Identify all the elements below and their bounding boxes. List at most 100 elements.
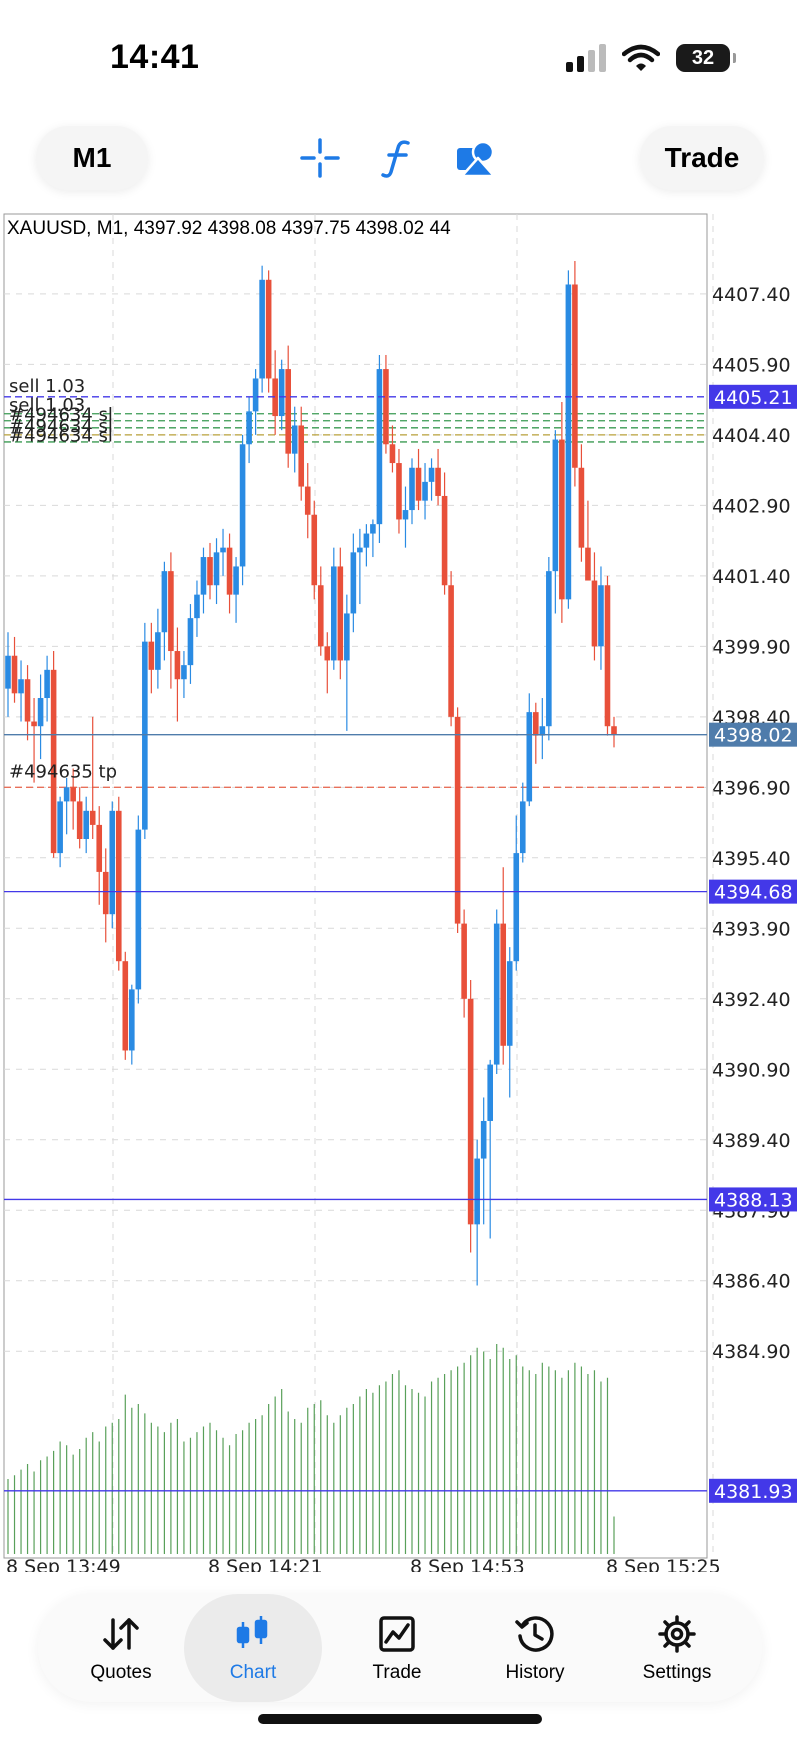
candle-body [519,801,526,854]
signal-icon [566,44,606,72]
candle-body [37,698,44,727]
candle-body [409,467,415,511]
gear-icon [658,1615,696,1653]
candle-body [363,533,370,548]
candle-body [350,552,357,614]
candle-body [448,585,454,717]
wifi-icon [622,44,660,71]
function-icon [381,140,410,178]
price-tag-label: 4394.68 [714,882,793,904]
candle-body [70,787,76,802]
objects-button[interactable] [448,130,504,186]
candle-body [63,787,70,802]
y-tick-label: 4393.90 [712,918,791,940]
candle-body [422,481,428,501]
x-tick-label: 8 Sep 13:49 [6,1556,121,1572]
candle-body [96,824,103,872]
candle-body [102,871,109,915]
candle-body [331,566,337,661]
candle-body [357,547,363,553]
candle-body [174,651,181,680]
candle-body [454,716,461,924]
candle-body [213,552,220,586]
y-tick-label: 4389.40 [712,1130,791,1152]
candle-body [578,467,585,548]
candle-body [572,284,578,468]
candle-body [31,721,37,727]
tab-settings[interactable]: Settings [608,1594,746,1702]
tab-history[interactable]: History [466,1594,604,1702]
tab-settings-label: Settings [642,1662,712,1683]
status-bar: 14:41 32 [0,0,800,110]
x-tick-label: 8 Sep 15:25 [606,1556,721,1572]
candle-body [5,655,11,689]
candle-body [526,712,533,802]
tab-quotes[interactable]: Quotes [52,1594,190,1702]
tab-history-label: History [505,1662,565,1683]
price-tag-label: 4405.21 [714,387,793,409]
candle-body [565,284,572,600]
candle-body [344,613,350,661]
candle-body [533,712,539,736]
candle-body [474,1158,480,1225]
timeframe-button[interactable]: M1 [36,126,148,190]
candle-body [285,369,291,454]
candle-body [246,411,252,445]
y-tick-label: 4399.90 [712,636,791,658]
crosshair-button[interactable] [292,130,348,186]
candle-body [24,679,31,722]
candle-body [428,467,435,482]
x-tick-label: 8 Sep 14:21 [208,1556,323,1572]
candle-body [370,524,376,534]
candle-body [513,853,520,962]
candle-body [233,566,239,595]
chart-canvas[interactable]: 4407.40 4405.90 4404.40 4402.90 4401.40 4399.… [0,210,800,1572]
candle-body [44,669,50,699]
candle-body [585,547,591,581]
tab-trade-label: Trade [372,1662,422,1683]
candle-body [506,961,513,1046]
tab-chart[interactable]: Chart [184,1594,322,1702]
price-tag-label: 4398.02 [714,725,793,747]
indicators-button[interactable] [370,130,426,186]
candle-body [83,810,89,840]
tab-trade[interactable]: Trade [328,1594,466,1702]
candle-body [168,571,174,652]
candle-body [148,641,155,670]
candle-body [298,425,305,487]
candle-body [122,961,129,1051]
y-tick-label: 4392.40 [712,989,791,1011]
candle-body [500,923,507,1046]
candle-body [402,510,409,520]
tab-bar: Quotes Chart Trade History Settings [38,1594,762,1702]
y-tick-label: 4396.90 [712,777,791,799]
price-tag-label: 4381.93 [714,1481,793,1503]
y-tick-label: 4407.40 [712,284,791,306]
candle-body [207,557,213,586]
y-tick-label: 4405.90 [712,354,791,376]
candle-body [304,486,311,515]
candle-body [467,998,474,1225]
candle-body [57,801,63,854]
candle-body [591,580,598,647]
candle-body [278,369,285,417]
price-chart[interactable]: 4407.40 4405.90 4404.40 4402.90 4401.40 4399.… [0,210,800,1572]
y-tick-label: 4384.90 [712,1341,791,1363]
candle-body [155,632,161,670]
crosshair-icon [300,138,340,178]
quotes-arrows-icon [103,1618,139,1650]
trade-chart-icon [379,1616,415,1652]
trade-button[interactable]: Trade [640,126,764,190]
candle-body [598,585,604,647]
candle-body [115,810,122,962]
y-tick-label: 4395.40 [712,848,791,870]
candle-body [142,641,148,830]
y-tick-label: 4401.40 [712,566,791,588]
shapes-icon [457,140,496,178]
candle-body [135,829,142,990]
candle-body [259,279,265,379]
home-indicator [258,1714,542,1724]
candle-body [220,547,226,553]
candle-body [552,439,559,572]
candle-body [611,726,617,735]
